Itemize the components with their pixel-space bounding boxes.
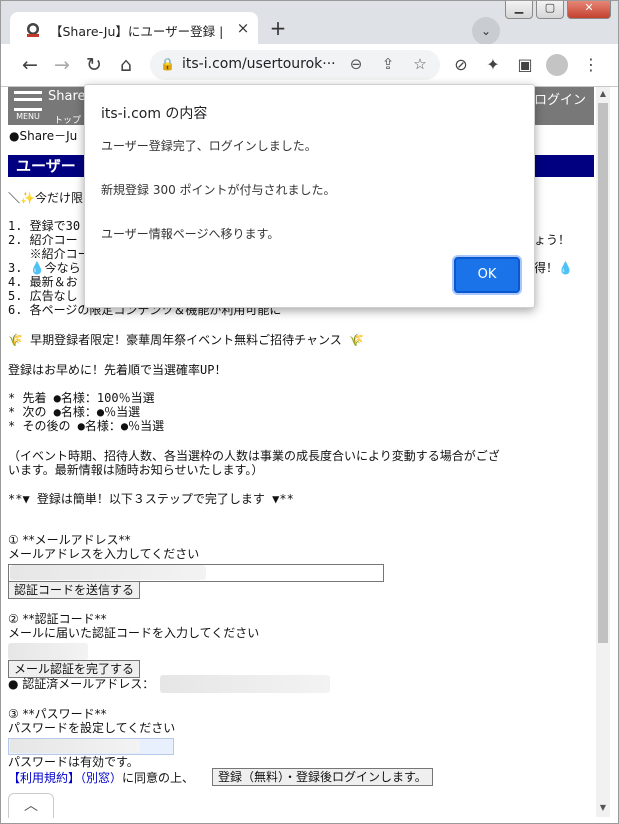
lock-icon[interactable]: 🔒 xyxy=(160,57,175,71)
dialog-title: its-i.com の内容 xyxy=(101,106,208,122)
steps-heading: **▼ 登録は簡単！以下３ステップで完了します ▼** xyxy=(8,492,294,506)
verification-code-field[interactable] xyxy=(8,643,88,660)
step1-desc: メールアドレスを入力してください xyxy=(8,547,200,561)
site-name[interactable]: Share xyxy=(48,89,86,104)
event-text: 🌾 早期登録者限定！豪華周年祭イベント無料ご招待チャンス 🌾 xyxy=(8,333,364,347)
list-item: 4. 最新＆お xyxy=(8,275,78,289)
window-controls: ▁ ▢ ✕ xyxy=(505,0,611,22)
dialog-message-line: 新規登録 300 ポイントが付与されました。 xyxy=(101,183,336,197)
redacted-password xyxy=(10,739,140,753)
scroll-down-arrow-icon[interactable]: ▼ xyxy=(596,803,610,812)
step3-title: ③ **パスワード** xyxy=(8,707,107,721)
tab-title: 【Share-Ju】にユーザー登録 | xyxy=(50,24,224,39)
tab-search-button[interactable]: ⌄ xyxy=(472,17,500,45)
step1-title: ① **メールアドレス** xyxy=(8,533,131,547)
step3-desc: パスワードを設定してください xyxy=(8,721,176,735)
vertical-scrollbar[interactable]: ▲ ▼ xyxy=(596,87,610,817)
login-link[interactable]: ログイン xyxy=(534,89,586,108)
odds-line: * 先着 ●名様：100％当選 xyxy=(8,391,155,405)
hurry-text: 登録はお早めに！先着順で当選確率UP！ xyxy=(8,363,227,377)
dialog-message-line: ユーザー登録完了、ログインしました。 xyxy=(101,139,317,153)
terms-link[interactable]: 【利用規約】（別窓） xyxy=(8,771,122,785)
scrollbar-thumb[interactable] xyxy=(598,103,608,643)
list-item-tail: ょう！ xyxy=(534,233,571,247)
kebab-menu-icon[interactable]: ⋮ xyxy=(580,54,602,76)
share-icon[interactable]: ⇪ xyxy=(378,55,398,73)
forward-icon[interactable]: → xyxy=(50,53,74,77)
bookmark-star-icon[interactable]: ☆ xyxy=(410,55,430,73)
browser-toolbar: ← → ↻ ⌂ 🔒 its-i.com/usertourok··· ⊖ ⇪ ☆ … xyxy=(0,44,619,86)
tab-strip: 【Share-Ju】にユーザー登録 | × + ⌄ ▁ ▢ ✕ xyxy=(0,0,619,48)
dialog-message-line: ユーザー情報ページへ移ります。 xyxy=(101,227,280,241)
breadcrumb[interactable]: ●Share－Ju xyxy=(9,127,77,144)
complete-verification-button[interactable]: メール認証を完了する xyxy=(8,660,141,678)
address-bar[interactable]: 🔒 its-i.com/usertourok··· ⊖ ⇪ ☆ xyxy=(150,50,440,80)
agree-text: に同意の上、 xyxy=(122,771,195,785)
profile-avatar[interactable] xyxy=(546,54,568,76)
browser-tab[interactable]: 【Share-Ju】にユーザー登録 | × xyxy=(10,12,258,48)
scroll-up-arrow-icon[interactable]: ▲ xyxy=(596,89,610,98)
reload-icon[interactable]: ↻ xyxy=(82,53,106,77)
redacted-verified-email xyxy=(160,675,330,693)
send-code-button[interactable]: 認証コードを送信する xyxy=(8,581,141,599)
step2-desc: メールに届いた認証コードを入力してください xyxy=(8,626,260,640)
list-item: ※紹介コー xyxy=(8,247,90,261)
note-text: （イベント時期、招待人数、各当選枠の人数は事業の成長度合いにより変動する場合がご… xyxy=(8,449,500,463)
browser-chrome: 【Share-Ju】にユーザー登録 | × + ⌄ ▁ ▢ ✕ ← → ↻ ⌂ … xyxy=(0,0,619,87)
alert-dialog: its-i.com の内容 ユーザー登録完了、ログインしました。 新規登録 30… xyxy=(84,84,535,308)
hamburger-menu-icon[interactable]: MENU xyxy=(14,91,42,121)
list-item: 3. 💧今なら xyxy=(8,261,81,275)
list-item: 1. 登録で30 xyxy=(8,219,81,233)
step2-title: ② **認証コード** xyxy=(8,612,107,626)
back-icon[interactable]: ← xyxy=(18,53,42,77)
side-panel-icon[interactable]: ▣ xyxy=(514,54,536,76)
scroll-to-top-button[interactable]: ︿ xyxy=(8,793,54,818)
site-favicon xyxy=(27,23,39,37)
puzzle-icon[interactable]: ✦ xyxy=(482,54,504,76)
verified-email-label: ● 認証済メールアドレス： xyxy=(8,677,155,691)
password-status: パスワードは有効です。 xyxy=(8,755,139,769)
odds-line: * その後の ●名様：●％当選 xyxy=(8,419,165,433)
url-text[interactable]: its-i.com/usertourok··· xyxy=(182,56,362,72)
home-icon[interactable]: ⌂ xyxy=(114,53,138,77)
redacted-email xyxy=(10,565,206,580)
note-text: います。最新情報は随時お知らせいたします。） xyxy=(8,463,264,477)
odds-line: * 次の ●名様：●％当選 xyxy=(8,405,141,419)
new-tab-button[interactable]: + xyxy=(265,16,291,42)
lead-text: ＼✨今だけ限 xyxy=(8,191,83,205)
list-item-tail: 得！💧 xyxy=(534,261,573,275)
tab-close-icon[interactable]: × xyxy=(234,19,252,37)
maximize-button[interactable]: ▢ xyxy=(536,0,564,19)
menu-label: MENU xyxy=(16,112,40,121)
ok-button[interactable]: OK xyxy=(454,257,520,293)
extension-icon[interactable]: ⊘ xyxy=(450,54,472,76)
register-button[interactable]: 登録（無料）・登録後ログインします。 xyxy=(212,768,433,786)
list-item: 5. 広告なし xyxy=(8,289,78,303)
zoom-icon[interactable]: ⊖ xyxy=(346,55,366,73)
top-link[interactable]: トップ xyxy=(54,113,81,126)
close-window-button[interactable]: ✕ xyxy=(567,0,611,19)
list-item: 2. 紹介コー xyxy=(8,233,78,247)
minimize-button[interactable]: ▁ xyxy=(505,0,533,19)
